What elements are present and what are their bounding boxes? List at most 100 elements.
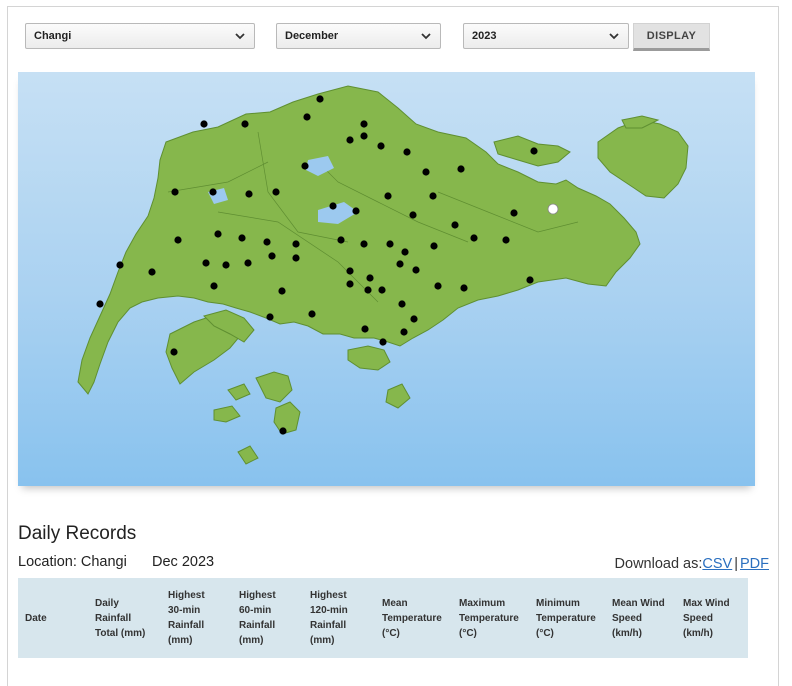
station-marker[interactable]	[174, 236, 182, 244]
singapore-map-svg	[77, 85, 689, 465]
station-marker[interactable]	[457, 165, 465, 173]
station-marker[interactable]	[403, 148, 411, 156]
download-links: Download as:CSV | PDF	[615, 556, 769, 572]
station-marker[interactable]	[266, 313, 274, 321]
station-marker[interactable]	[361, 325, 369, 333]
month-select-value: December	[285, 30, 339, 42]
station-marker[interactable]	[279, 427, 287, 435]
month-select[interactable]: December	[276, 23, 441, 49]
station-marker[interactable]	[301, 162, 309, 170]
southern-island-3	[213, 405, 241, 423]
station-marker[interactable]	[337, 236, 345, 244]
station-marker[interactable]	[244, 259, 252, 267]
col-header-mean-temp: Mean Temperature (°C)	[382, 597, 442, 639]
station-select-value: Changi	[34, 30, 72, 42]
station-map[interactable]	[18, 72, 755, 486]
station-marker[interactable]	[200, 120, 208, 128]
period-text: Dec 2023	[152, 554, 215, 570]
station-marker[interactable]	[303, 113, 311, 121]
station-marker[interactable]	[148, 268, 156, 276]
station-marker[interactable]	[398, 300, 406, 308]
station-marker[interactable]	[379, 338, 387, 346]
section-title: Daily Records	[18, 523, 137, 544]
station-marker[interactable]	[409, 211, 417, 219]
download-label: Download as:	[614, 556, 703, 572]
station-marker[interactable]	[346, 267, 354, 275]
southern-island-4	[237, 445, 259, 465]
station-marker[interactable]	[502, 236, 510, 244]
col-header-min-temp: Minimum Temperature (°C)	[536, 597, 596, 639]
sentosa	[347, 345, 391, 371]
station-marker[interactable]	[214, 230, 222, 238]
station-marker[interactable]	[268, 252, 276, 260]
station-marker[interactable]	[346, 280, 354, 288]
station-marker[interactable]	[360, 240, 368, 248]
station-marker[interactable]	[278, 287, 286, 295]
station-marker[interactable]	[222, 261, 230, 269]
location-line: Location: Changi Dec 2023	[18, 554, 214, 570]
station-marker[interactable]	[209, 188, 217, 196]
station-marker[interactable]	[526, 276, 534, 284]
station-marker[interactable]	[386, 240, 394, 248]
station-marker[interactable]	[451, 221, 459, 229]
station-marker[interactable]	[412, 266, 420, 274]
download-pdf-link[interactable]: PDF	[740, 556, 769, 572]
year-select[interactable]: 2023	[463, 23, 629, 49]
southern-island-5	[385, 383, 411, 409]
station-marker[interactable]	[352, 207, 360, 215]
station-marker[interactable]	[422, 168, 430, 176]
station-marker[interactable]	[292, 254, 300, 262]
chevron-down-icon	[235, 33, 245, 40]
station-marker[interactable]	[116, 261, 124, 269]
station-marker[interactable]	[460, 284, 468, 292]
station-marker[interactable]	[272, 188, 280, 196]
year-select-value: 2023	[472, 30, 497, 42]
col-header-60min-rainfall: Highest 60-min Rainfall (mm)	[239, 590, 276, 646]
station-marker[interactable]	[346, 136, 354, 144]
col-header-max-temp: Maximum Temperature (°C)	[459, 597, 519, 639]
station-marker[interactable]	[263, 238, 271, 246]
station-marker[interactable]	[360, 120, 368, 128]
download-separator: |	[734, 556, 738, 572]
station-marker[interactable]	[366, 274, 374, 282]
station-marker[interactable]	[360, 132, 368, 140]
station-marker[interactable]	[429, 192, 437, 200]
station-marker[interactable]	[470, 234, 478, 242]
chevron-down-icon	[609, 33, 619, 40]
station-marker[interactable]	[530, 147, 538, 155]
station-marker[interactable]	[238, 234, 246, 242]
station-marker[interactable]	[329, 202, 337, 210]
station-marker[interactable]	[378, 286, 386, 294]
col-header-date: Date	[25, 612, 47, 624]
station-marker[interactable]	[245, 190, 253, 198]
station-marker[interactable]	[364, 286, 372, 294]
southern-island-2	[273, 401, 301, 435]
station-marker[interactable]	[396, 260, 404, 268]
station-marker[interactable]	[316, 95, 324, 103]
station-select[interactable]: Changi	[25, 23, 255, 49]
station-marker[interactable]	[400, 328, 408, 336]
records-table-header: Date Daily Rainfall Total (mm) Highest 3…	[18, 578, 748, 658]
station-marker[interactable]	[171, 188, 179, 196]
selected-station-marker[interactable]	[547, 203, 559, 215]
station-marker[interactable]	[308, 310, 316, 318]
download-csv-link[interactable]: CSV	[702, 556, 732, 572]
station-marker[interactable]	[377, 142, 385, 150]
station-marker[interactable]	[241, 120, 249, 128]
chevron-down-icon	[421, 33, 431, 40]
station-marker[interactable]	[410, 315, 418, 323]
station-marker[interactable]	[210, 282, 218, 290]
station-marker[interactable]	[384, 192, 392, 200]
station-marker[interactable]	[510, 209, 518, 217]
station-marker[interactable]	[292, 240, 300, 248]
display-button[interactable]: DISPLAY	[633, 23, 710, 51]
pulau-tekong	[597, 119, 689, 199]
station-marker[interactable]	[96, 300, 104, 308]
station-marker[interactable]	[434, 282, 442, 290]
station-marker[interactable]	[401, 248, 409, 256]
location-text: Location: Changi	[18, 554, 127, 570]
station-marker[interactable]	[170, 348, 178, 356]
station-marker[interactable]	[430, 242, 438, 250]
station-marker[interactable]	[202, 259, 210, 267]
southern-island-1	[255, 371, 293, 403]
